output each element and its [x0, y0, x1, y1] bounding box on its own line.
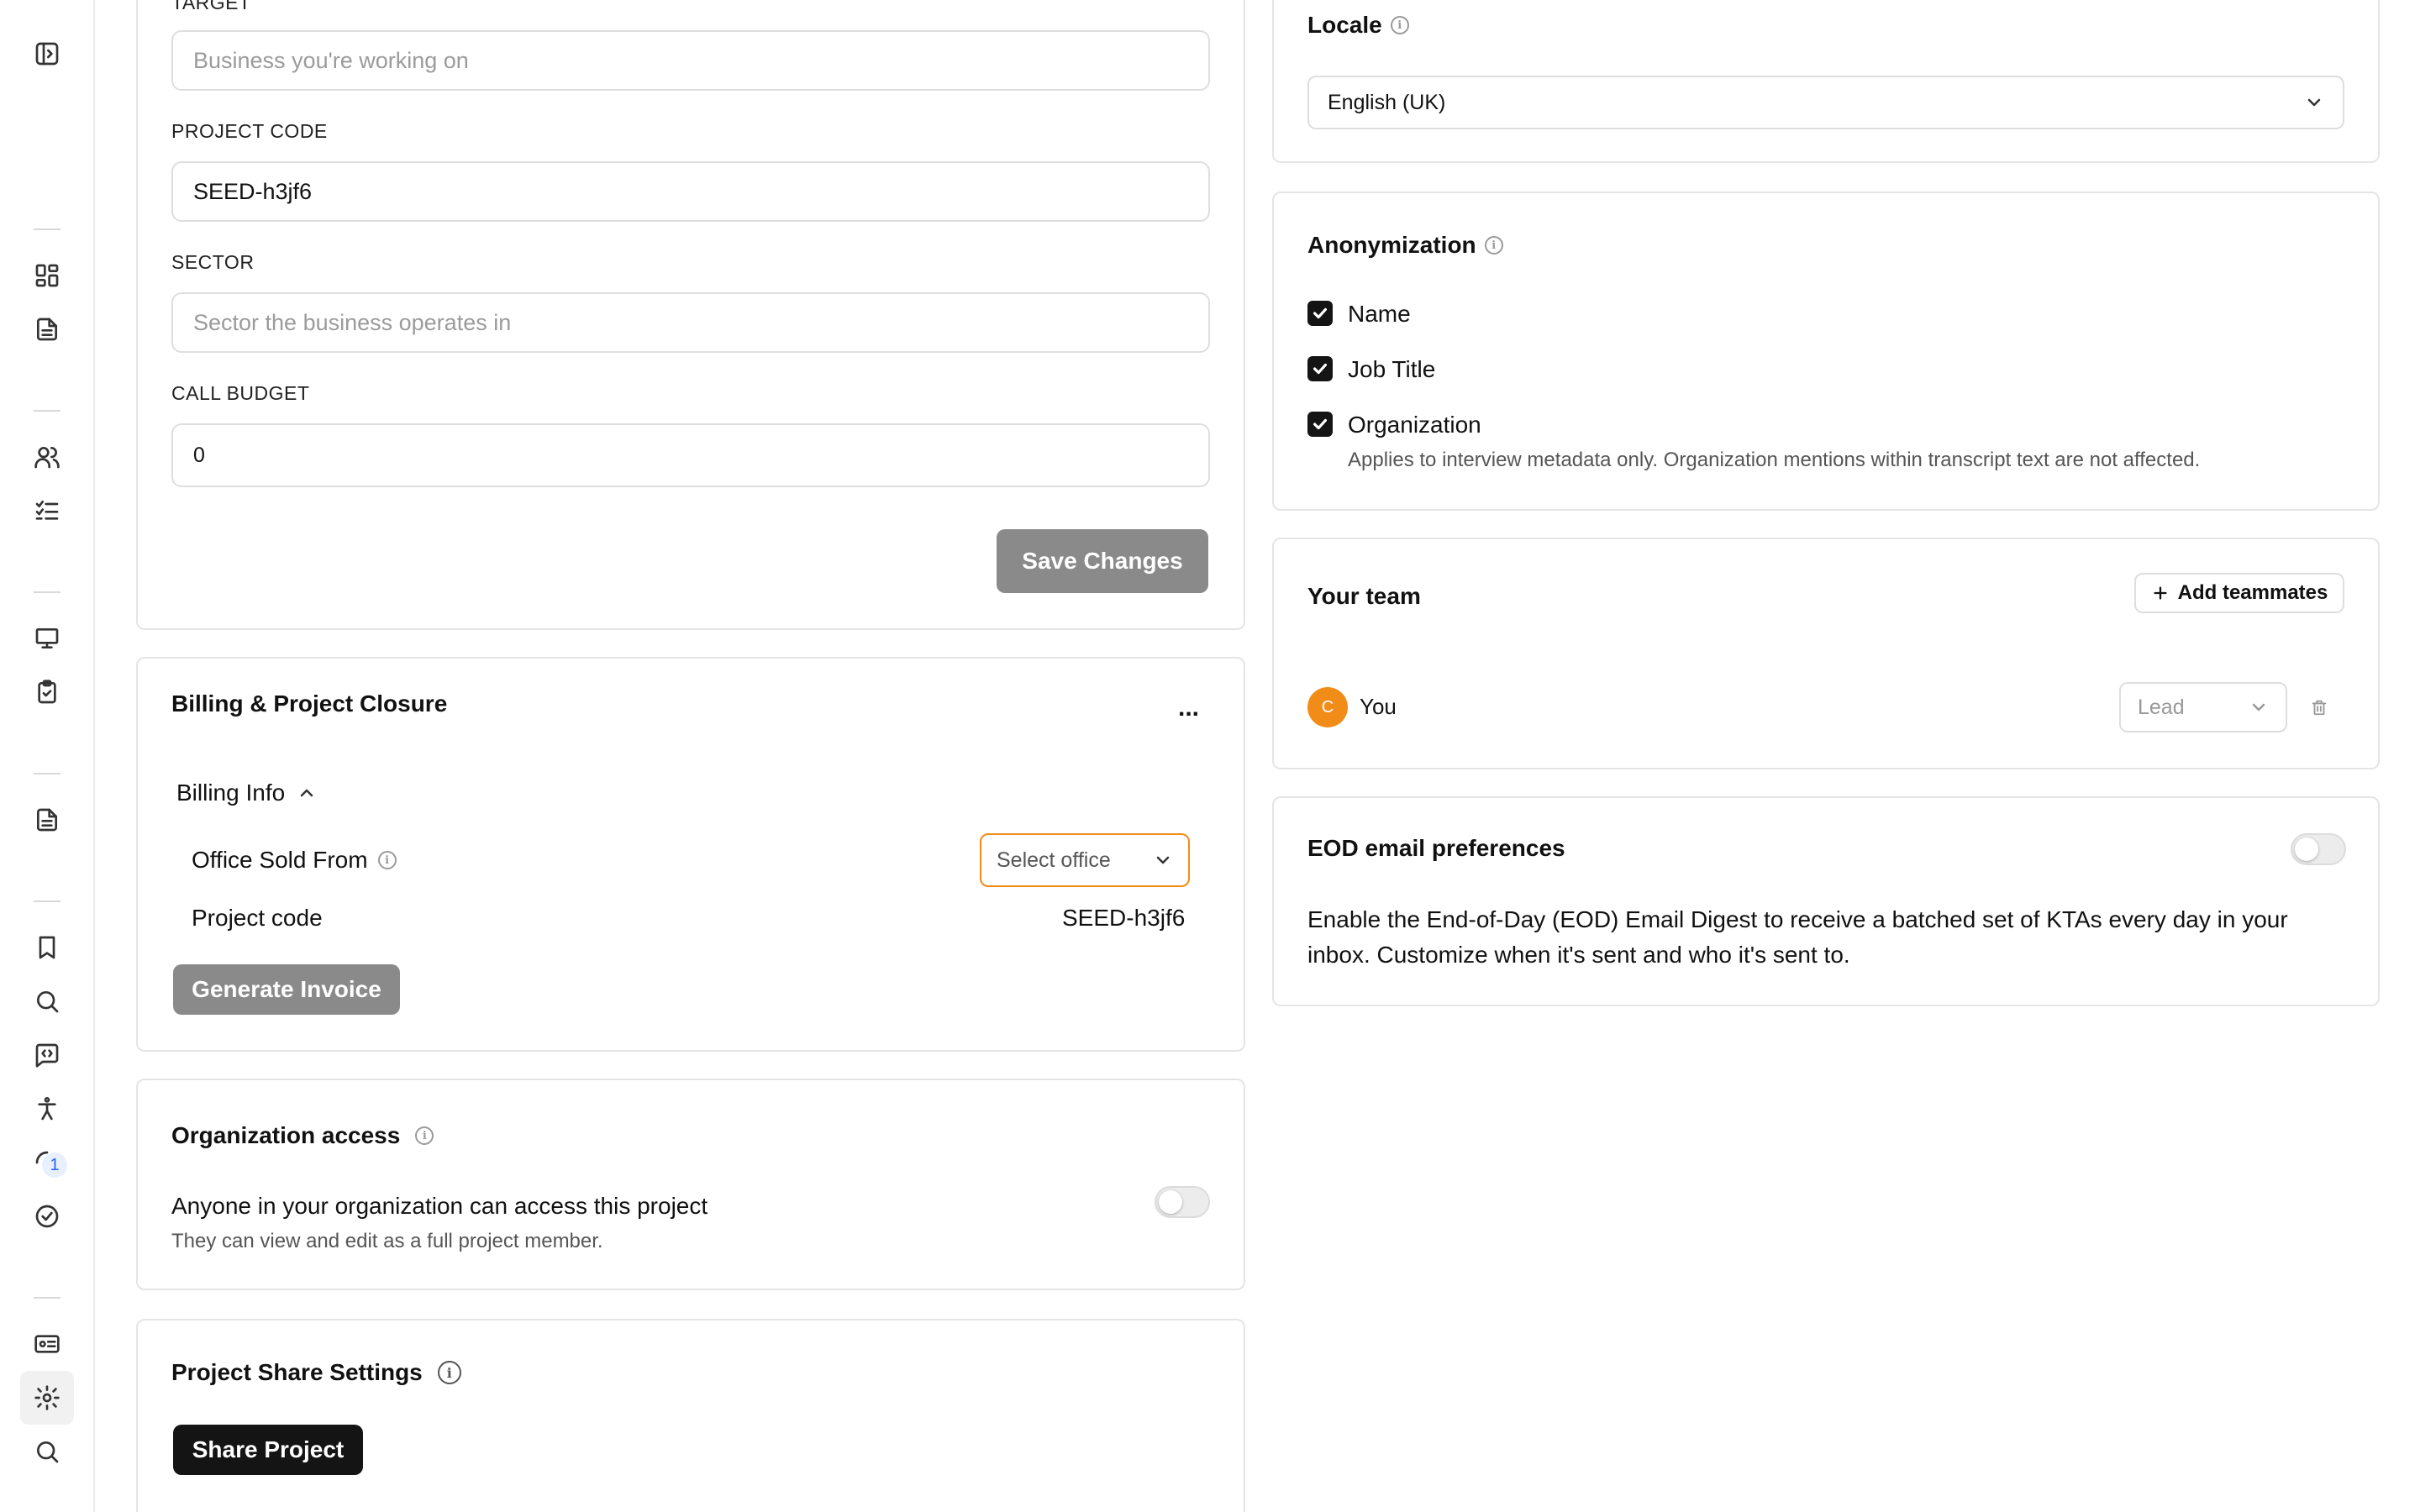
trash-icon[interactable] — [2307, 696, 2331, 719]
share-project-button[interactable]: Share Project — [173, 1425, 363, 1475]
anonymization-note: Applies to interview metadata only. Orga… — [1348, 449, 2201, 471]
sidebar: 1 — [0, 0, 95, 1512]
dashboard-icon[interactable] — [29, 257, 66, 294]
organization-access-card — [136, 1079, 1245, 1290]
info-icon[interactable]: i — [1390, 16, 1409, 34]
document-icon[interactable] — [29, 311, 66, 348]
settings-icon[interactable] — [20, 1371, 74, 1425]
search-icon[interactable] — [29, 983, 66, 1020]
presentation-icon[interactable] — [29, 620, 66, 657]
chevron-down-icon — [2252, 703, 2265, 711]
sector-input[interactable]: Sector the business operates in — [171, 292, 1210, 353]
checklist-icon[interactable] — [29, 492, 66, 529]
organization-access-subdescription: They can view and edit as a full project… — [171, 1230, 603, 1252]
billing-title-text: Billing & Project Closure — [171, 690, 448, 717]
billing-menu-button[interactable]: ... — [1178, 694, 1199, 722]
locale-select-value: English (UK) — [1328, 90, 1446, 114]
id-card-icon[interactable] — [29, 1326, 66, 1362]
billing-info-label: Billing Info — [176, 780, 286, 806]
organization-checkbox-label: Organization — [1348, 412, 1481, 438]
sidebar-divider — [34, 1297, 60, 1299]
sidebar-divider — [34, 773, 60, 774]
add-teammates-button[interactable]: Add teammates — [2134, 573, 2344, 613]
plus-icon — [2154, 586, 2167, 600]
code-message-icon[interactable] — [29, 1037, 66, 1074]
office-sold-from-label: Office Sold From — [192, 847, 368, 873]
info-icon[interactable]: i — [1484, 236, 1503, 255]
locale-title: Locale i — [1307, 12, 1409, 39]
sidebar-divider — [34, 591, 60, 593]
sidebar-toggle-icon[interactable] — [29, 35, 66, 72]
generate-invoice-button[interactable]: Generate Invoice — [173, 964, 400, 1015]
project-code-input[interactable]: SEED-h3jf6 — [171, 161, 1210, 222]
info-icon[interactable]: i — [415, 1126, 434, 1145]
job-title-checkbox[interactable] — [1307, 356, 1333, 381]
team-role-select[interactable]: Lead — [2119, 682, 2287, 732]
team-title-text: Your team — [1307, 583, 1421, 609]
office-sold-from-row: Office Sold From i — [192, 847, 397, 874]
check-circle-icon[interactable] — [29, 1198, 66, 1235]
save-changes-button[interactable]: Save Changes — [997, 529, 1208, 593]
project-share-card — [136, 1319, 1245, 1512]
organization-access-title: Organization access i — [171, 1122, 434, 1149]
office-select-value: Select office — [997, 848, 1111, 872]
users-icon[interactable] — [29, 438, 66, 475]
file-text-icon[interactable] — [29, 801, 66, 838]
info-icon[interactable]: i — [437, 1361, 461, 1384]
project-code-label: PROJECT CODE — [171, 120, 328, 142]
anonymization-title: Anonymization i — [1307, 232, 1503, 259]
search-icon[interactable] — [29, 1433, 66, 1470]
sidebar-divider — [34, 410, 60, 412]
call-budget-label: CALL BUDGET — [171, 382, 310, 404]
call-budget-input[interactable]: 0 — [171, 423, 1210, 487]
locale-select[interactable]: English (UK) — [1307, 76, 2344, 129]
target-input[interactable]: Business you're working on — [171, 30, 1210, 91]
team-member-name: You — [1360, 694, 1397, 719]
progress-badge: 1 — [42, 1152, 67, 1178]
anonymization-title-text: Anonymization — [1307, 232, 1476, 258]
eod-description: Enable the End-of-Day (EOD) Email Digest… — [1307, 906, 2288, 968]
locale-title-text: Locale — [1307, 12, 1382, 38]
billing-title: Billing & Project Closure — [171, 690, 447, 717]
eod-title: EOD email preferences — [1307, 835, 1565, 862]
project-share-title-text: Project Share Settings — [171, 1359, 423, 1385]
check-icon — [1313, 418, 1328, 430]
eod-title-text: EOD email preferences — [1307, 835, 1565, 861]
chevron-down-icon — [2307, 98, 2321, 107]
eod-card — [1272, 796, 2380, 1006]
avatar: C — [1307, 687, 1348, 727]
job-title-checkbox-label: Job Title — [1348, 356, 1436, 382]
billing-info-toggle[interactable]: Billing Info — [176, 780, 317, 806]
chevron-down-icon — [1156, 856, 1170, 864]
accessibility-icon[interactable] — [29, 1090, 66, 1127]
target-label: TARGET — [171, 0, 251, 13]
bookmark-icon[interactable] — [29, 929, 66, 966]
organization-access-description: Anyone in your organization can access t… — [171, 1193, 708, 1219]
sector-label: SECTOR — [171, 251, 255, 273]
team-role-value: Lead — [2138, 695, 2185, 719]
billing-project-code-value: SEED-h3jf6 — [1062, 905, 1186, 931]
check-icon — [1313, 307, 1328, 319]
check-icon — [1313, 363, 1328, 375]
clipboard-check-icon[interactable] — [29, 674, 66, 711]
eod-toggle[interactable] — [2291, 833, 2346, 865]
billing-project-code-label: Project code — [192, 905, 323, 931]
add-teammates-label: Add teammates — [2177, 581, 2328, 604]
info-icon[interactable]: i — [377, 851, 397, 869]
team-title: Your team — [1307, 583, 1421, 610]
name-checkbox-label: Name — [1348, 301, 1411, 327]
sidebar-divider — [34, 900, 60, 902]
office-select[interactable]: Select office — [980, 833, 1190, 887]
sidebar-divider — [34, 228, 60, 230]
chevron-up-icon — [300, 789, 313, 797]
name-checkbox[interactable] — [1307, 301, 1333, 326]
organization-access-title-text: Organization access — [171, 1122, 401, 1148]
project-share-title: Project Share Settings i — [171, 1359, 461, 1386]
organization-checkbox[interactable] — [1307, 412, 1333, 437]
organization-access-toggle[interactable] — [1155, 1186, 1210, 1218]
